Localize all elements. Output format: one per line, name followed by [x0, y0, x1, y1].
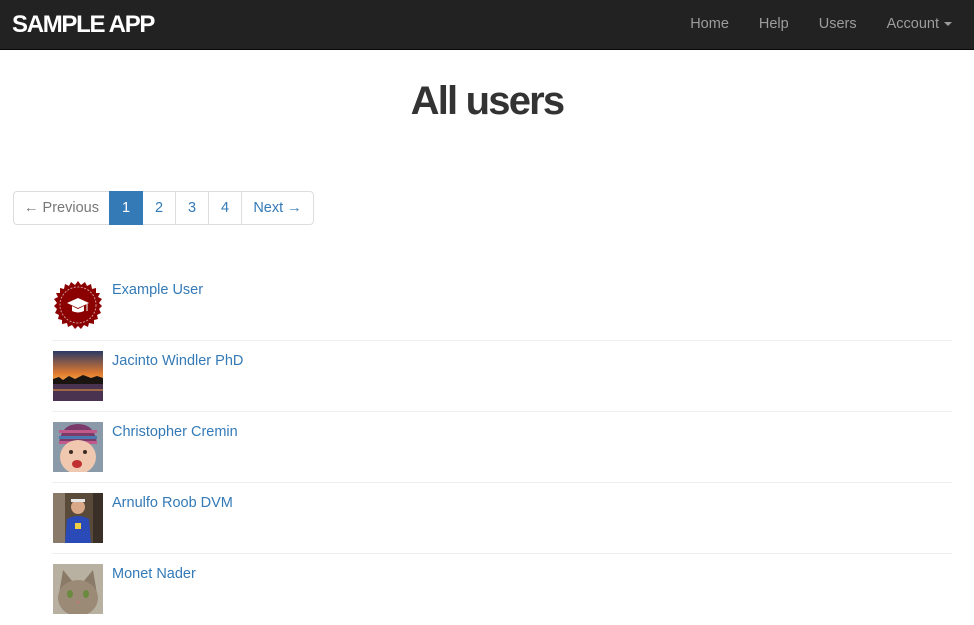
- user-name-link[interactable]: Monet Nader: [112, 566, 196, 583]
- pagination-page-1[interactable]: 1: [109, 191, 143, 225]
- baby-knit-hat-photo-icon[interactable]: [53, 422, 103, 472]
- nav-account-dropdown[interactable]: Account: [872, 0, 974, 50]
- person-blue-shirt-photo-icon[interactable]: [53, 493, 103, 543]
- main-nav: Home Help Users Account: [675, 0, 974, 50]
- page-title: All users: [410, 79, 566, 123]
- pagination-previous[interactable]: ← Previous: [13, 191, 110, 225]
- nav-home[interactable]: Home: [675, 0, 744, 50]
- list-item: Arnulfo Roob DVM: [52, 483, 952, 554]
- user-name-link[interactable]: Example User: [112, 282, 203, 299]
- nav-users[interactable]: Users: [804, 0, 872, 50]
- brand-logo[interactable]: SAMPLE APP: [12, 11, 155, 39]
- list-item: Monet Nader: [52, 554, 952, 625]
- nav-account-label: Account: [886, 16, 939, 32]
- nav-help[interactable]: Help: [744, 0, 804, 50]
- list-item: Jacinto Windler PhD: [52, 341, 952, 412]
- pagination-next[interactable]: Next →: [241, 191, 314, 225]
- pagination-page-3[interactable]: 3: [175, 191, 209, 225]
- user-list: Example User Jacinto Windler PhD Christo…: [52, 270, 952, 625]
- graduation-cap-badge-icon[interactable]: [53, 280, 103, 330]
- user-name-link[interactable]: Jacinto Windler PhD: [112, 353, 243, 370]
- list-item: Christopher Cremin: [52, 412, 952, 483]
- pagination: ← Previous 1 2 3 4 Next →: [13, 191, 314, 225]
- navbar: SAMPLE APP Home Help Users Account: [0, 0, 974, 50]
- user-name-link[interactable]: Arnulfo Roob DVM: [112, 495, 233, 512]
- cat-photo-icon[interactable]: [53, 564, 103, 614]
- list-item: Example User: [52, 270, 952, 341]
- pagination-page-4[interactable]: 4: [208, 191, 242, 225]
- pagination-page-2[interactable]: 2: [142, 191, 176, 225]
- sunset-photo-icon[interactable]: [53, 351, 103, 401]
- caret-down-icon: [944, 22, 952, 27]
- user-name-link[interactable]: Christopher Cremin: [112, 424, 238, 441]
